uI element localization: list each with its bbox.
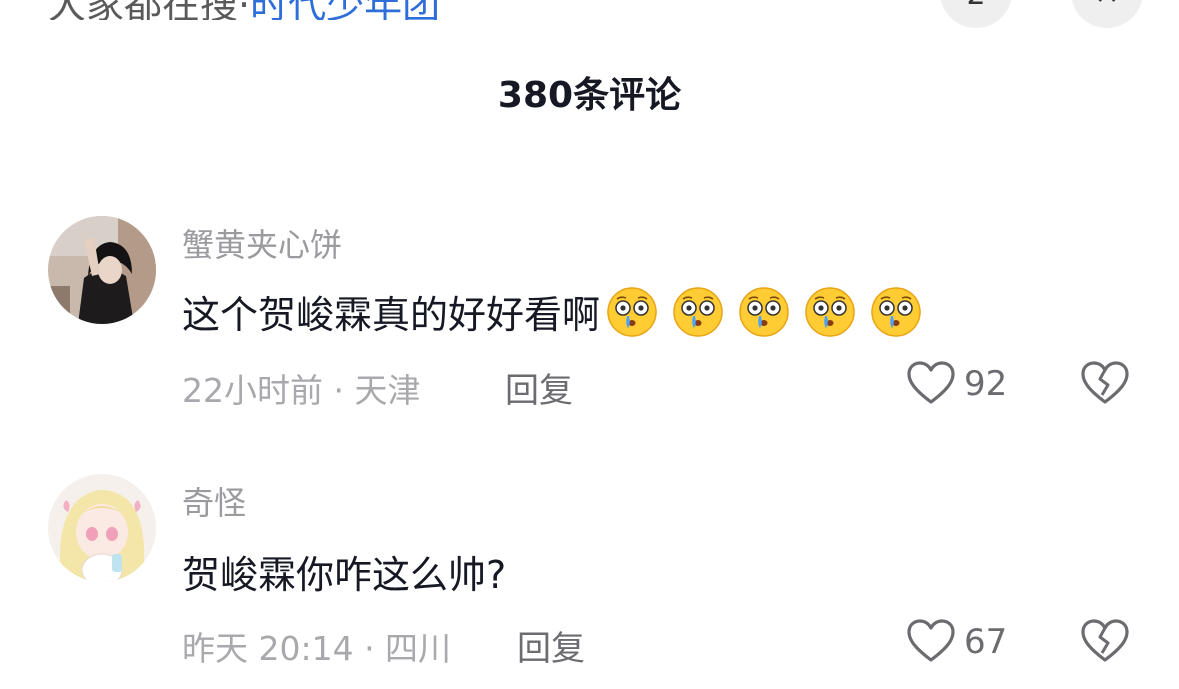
like-count: 67 <box>964 622 1008 662</box>
dislike-button[interactable] <box>1080 359 1130 413</box>
emoji-row <box>606 286 936 338</box>
trending-search-text[interactable]: 大家都在搜·时代少年团 <box>48 0 440 20</box>
comment-text: 这个贺峻霖真的好好看啊 <box>182 284 936 339</box>
comment-meta: 昨天 20:14 · 四川 <box>182 629 452 668</box>
comment-text-body: 这个贺峻霖真的好好看啊 <box>182 293 601 337</box>
heart-outline-icon <box>907 619 955 662</box>
comment-text: 贺峻霖你咋这么帅? <box>182 544 506 599</box>
like-count: 92 <box>964 364 1008 404</box>
reply-button[interactable]: 回复 <box>505 363 573 412</box>
crying-face-emoji-icon <box>871 286 921 337</box>
comment-meta: 22小时前 · 天津 <box>182 371 421 410</box>
trending-search-link[interactable]: 时代少年团 <box>250 0 440 20</box>
dislike-button[interactable] <box>1080 617 1130 671</box>
top-circle-button[interactable]: 2 <box>940 0 1012 28</box>
avatar[interactable] <box>48 474 156 582</box>
broken-heart-icon <box>1081 619 1129 662</box>
crying-face-emoji-icon <box>673 286 723 337</box>
top-circle-button-glyph: 2 <box>940 0 1012 10</box>
comment-count-title: 380条评论 <box>497 75 682 116</box>
heart-outline-icon <box>907 361 955 404</box>
close-button[interactable]: ✕ <box>1071 0 1143 28</box>
crying-face-emoji-icon <box>805 286 855 337</box>
close-icon: ✕ <box>1071 0 1143 10</box>
crying-face-emoji-icon <box>739 286 789 337</box>
comment-text-body: 贺峻霖你咋这么帅? <box>182 553 507 597</box>
comment-username[interactable]: 蟹黄夹心饼 <box>182 220 342 266</box>
like-button[interactable]: 67 <box>906 617 1007 667</box>
trending-search-prefix: 大家都在搜· <box>48 0 250 20</box>
avatar[interactable] <box>48 216 156 324</box>
like-button[interactable]: 92 <box>906 359 1007 409</box>
comment-username[interactable]: 奇怪 <box>182 478 246 524</box>
reply-button[interactable]: 回复 <box>517 621 585 670</box>
crying-face-emoji-icon <box>607 286 657 337</box>
broken-heart-icon <box>1081 361 1129 404</box>
